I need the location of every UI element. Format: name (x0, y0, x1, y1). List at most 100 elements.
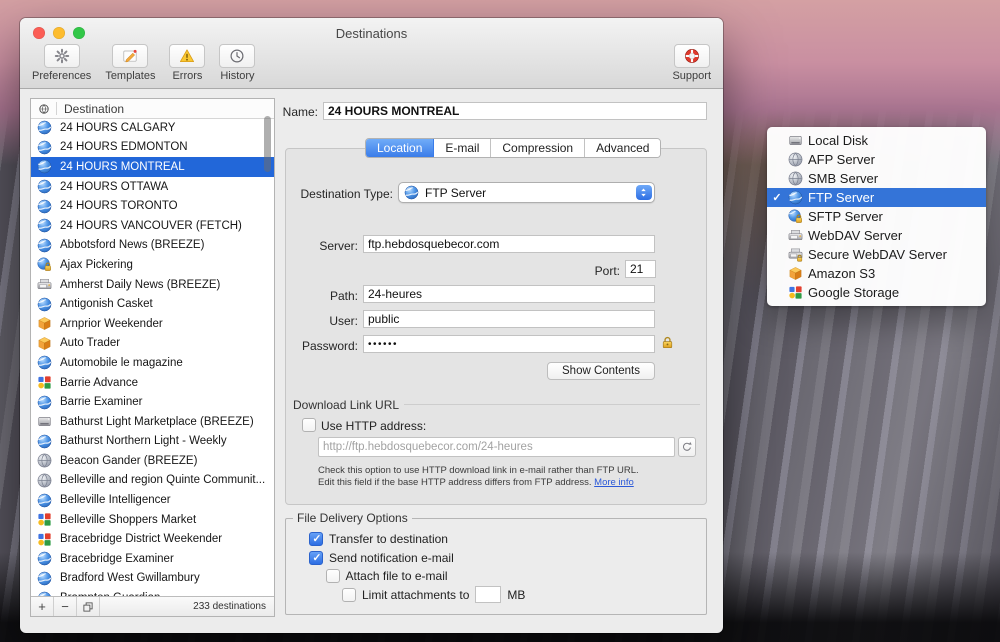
menu-item-label: AFP Server (808, 152, 875, 167)
destination-name: Bracebridge District Weekender (60, 533, 223, 546)
file-delivery-options-title: File Delivery Options (293, 511, 412, 525)
delivery-option-checkbox[interactable] (342, 587, 356, 602)
destination-list-item[interactable]: Bracebridge District Weekender (31, 529, 274, 549)
menu-item-webdav-server[interactable]: WebDAV Server (767, 226, 986, 245)
limit-value-input[interactable] (475, 586, 502, 603)
destination-list-item[interactable]: Bathurst Northern Light - Weekly (31, 432, 274, 452)
destination-list-item[interactable]: Auto Trader (31, 334, 274, 354)
menu-item-afp-server[interactable]: AFP Server (767, 150, 986, 169)
globe-ftp-icon (37, 571, 52, 586)
destination-list-item[interactable]: 24 HOURS OTTAWA (31, 177, 274, 197)
tab-compression[interactable]: Compression (491, 139, 586, 157)
delivery-option-checkbox[interactable] (309, 532, 323, 546)
destination-type-value: FTP Server (425, 185, 487, 200)
s3-cube-icon (788, 266, 803, 281)
http-address-input[interactable] (318, 437, 675, 457)
server-label: Server: (319, 239, 358, 253)
toolbar-button-support[interactable]: Support (672, 44, 711, 82)
destination-list-item[interactable]: Belleville and region Quinte Communit... (31, 471, 274, 491)
menu-item-label: SFTP Server (808, 209, 883, 224)
duplicate-destination-button[interactable] (77, 597, 100, 616)
destination-name: Arnprior Weekender (60, 317, 163, 330)
menu-item-google-storage[interactable]: Google Storage (767, 283, 986, 302)
local-disk-icon (37, 414, 52, 429)
toolbar-button-label: Errors (172, 70, 203, 82)
menu-item-smb-server[interactable]: SMB Server (767, 169, 986, 188)
toolbar-button-templates[interactable]: Templates (105, 44, 155, 82)
tab-email[interactable]: E-mail (434, 139, 492, 157)
menu-item-sftp-server[interactable]: SFTP Server (767, 207, 986, 226)
delivery-option-row: Limit attachments to MB (342, 586, 706, 603)
add-destination-button[interactable]: + (31, 597, 54, 616)
globe-sftp-icon (788, 209, 803, 224)
name-input[interactable] (323, 102, 707, 120)
destination-list-item[interactable]: Bracebridge Examiner (31, 549, 274, 569)
tab-advanced[interactable]: Advanced (585, 139, 661, 157)
toolbar: Preferences Templates Errors History (32, 44, 256, 82)
globe-ftp-icon (37, 140, 52, 155)
menu-item-amazon-s3[interactable]: Amazon S3 (767, 264, 986, 283)
user-input[interactable] (363, 310, 655, 328)
destination-list-item[interactable]: Bradford West Gwillambury (31, 569, 274, 589)
destination-list-item[interactable]: 24 HOURS CALGARY (31, 118, 274, 138)
tab-location[interactable]: Location (366, 139, 435, 157)
destination-list-item[interactable]: Ajax Pickering (31, 255, 274, 275)
sidebar-column-header[interactable]: Destination (31, 99, 274, 119)
path-input[interactable] (363, 285, 655, 303)
tab-label: Compression (502, 141, 574, 155)
globe-ftp-icon (37, 120, 52, 135)
globe-ftp-icon (37, 159, 52, 174)
delivery-option-checkbox[interactable] (309, 550, 323, 565)
delivery-option-row: Send notification e-mail (309, 550, 706, 565)
destination-list-item[interactable]: Barrie Examiner (31, 392, 274, 412)
menu-item-local-disk[interactable]: Local Disk (767, 131, 986, 150)
path-label: Path: (329, 289, 358, 303)
s3-cube-icon (37, 336, 52, 351)
destination-list-item[interactable]: Automobile le magazine (31, 353, 274, 373)
destination-list-item[interactable]: 24 HOURS MONTREAL (31, 157, 274, 177)
password-input[interactable] (363, 335, 655, 353)
globe-ftp-icon (37, 297, 52, 312)
destination-list-item[interactable]: Beacon Gander (BREEZE) (31, 451, 274, 471)
show-contents-button[interactable]: Show Contents (547, 362, 655, 380)
lifebuoy-icon (684, 48, 700, 64)
warning-icon (179, 48, 195, 64)
menu-item-ftp-server[interactable]: FTP Server (767, 188, 986, 207)
google-storage-icon (788, 285, 803, 300)
destination-list-item[interactable]: Arnprior Weekender (31, 314, 274, 334)
window-title: Destinations (335, 26, 408, 41)
server-input[interactable] (363, 235, 655, 253)
destinations-sidebar: Destination 24 HOURS CALGARY 24 HOURS ED… (30, 98, 275, 617)
port-input[interactable] (625, 260, 656, 278)
delivery-option-checkbox[interactable] (325, 569, 340, 583)
toolbar-button-face (43, 44, 80, 68)
toolbar-button-label: Support (672, 70, 711, 82)
toolbar-button-history[interactable]: History (219, 44, 256, 82)
remove-destination-button[interactable]: − (54, 597, 77, 616)
destination-type-popup[interactable]: FTP Server (398, 182, 655, 203)
destination-list-item[interactable]: Belleville Intelligencer (31, 490, 274, 510)
toolbar-button-preferences[interactable]: Preferences (32, 44, 91, 82)
destination-list-item[interactable]: Abbotsford News (BREEZE) (31, 236, 274, 256)
more-info-link[interactable]: More info (594, 477, 634, 488)
globe-ftp-icon (37, 238, 52, 253)
globe-ftp-icon (37, 493, 52, 508)
refresh-url-button[interactable] (678, 437, 696, 457)
history-icon (229, 48, 245, 64)
destination-list-item[interactable]: Belleville Shoppers Market (31, 510, 274, 530)
sidebar-footer: + − 233 destinations (31, 596, 274, 616)
destination-list-item[interactable]: Antigonish Casket (31, 294, 274, 314)
destination-list-item[interactable]: Amherst Daily News (BREEZE) (31, 275, 274, 295)
use-http-address-checkbox[interactable] (302, 418, 316, 432)
destination-list-item[interactable]: 24 HOURS VANCOUVER (FETCH) (31, 216, 274, 236)
destination-list-item[interactable]: 24 HOURS EDMONTON (31, 138, 274, 158)
destination-name: Automobile le magazine (60, 356, 183, 369)
destination-list-item[interactable]: 24 HOURS TORONTO (31, 196, 274, 216)
globe-smb-icon (788, 171, 803, 186)
sidebar-scrollbar-thumb[interactable] (264, 116, 271, 172)
menu-item-secure-webdav-server[interactable]: Secure WebDAV Server (767, 245, 986, 264)
destination-list-item[interactable]: Barrie Advance (31, 373, 274, 393)
toolbar-button-errors[interactable]: Errors (169, 44, 206, 82)
name-label: Name: (282, 105, 318, 119)
destination-list-item[interactable]: Bathurst Light Marketplace (BREEZE) (31, 412, 274, 432)
